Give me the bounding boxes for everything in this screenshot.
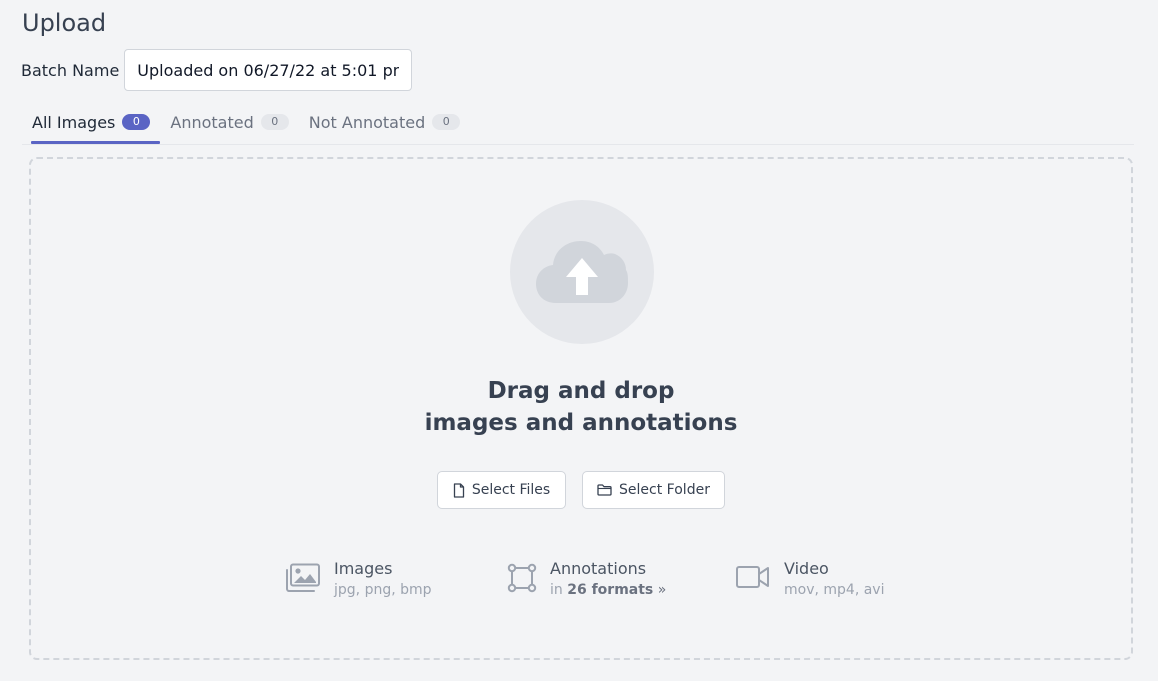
upload-dropzone[interactable]: Drag and drop images and annotations Sel… xyxy=(29,157,1133,660)
images-icon xyxy=(286,563,320,592)
annotation-box-icon xyxy=(507,563,537,593)
chevron-double-right-icon: » xyxy=(657,582,667,598)
tab-not-annotated[interactable]: Not Annotated 0 xyxy=(299,100,470,144)
tab-bar: All Images 0 Annotated 0 Not Annotated 0 xyxy=(22,100,1134,145)
format-video-title: Video xyxy=(784,559,829,578)
batch-name-label: Batch Name xyxy=(21,60,120,80)
tab-all-images[interactable]: All Images 0 xyxy=(22,100,161,144)
count-badge: 0 xyxy=(432,114,461,130)
page-title: Upload xyxy=(22,9,107,37)
tab-annotated[interactable]: Annotated 0 xyxy=(160,100,298,144)
cloud-upload-icon xyxy=(536,241,628,303)
supported-formats: Images jpg, png, bmp Annotations in 26 f… xyxy=(31,559,1131,609)
tab-label: Annotated xyxy=(170,112,254,132)
format-annotations: Annotations in 26 formats » xyxy=(507,559,666,598)
format-annotations-subtitle[interactable]: in 26 formats » xyxy=(550,582,666,598)
select-folder-label: Select Folder xyxy=(619,482,710,498)
count-badge: 0 xyxy=(260,114,289,130)
tab-label: Not Annotated xyxy=(308,112,426,132)
batch-name-row: Batch Name xyxy=(21,49,413,91)
formats-count-link[interactable]: 26 formats xyxy=(567,582,653,598)
drop-text-line1: Drag and drop xyxy=(487,378,675,404)
format-video: Video mov, mp4, avi xyxy=(735,559,884,598)
format-images-title: Images xyxy=(334,559,393,578)
batch-name-input[interactable] xyxy=(124,49,413,91)
format-video-subtitle: mov, mp4, avi xyxy=(784,582,885,598)
subtitle-prefix: in xyxy=(550,582,563,598)
video-camera-icon xyxy=(736,566,769,588)
drop-text-line2: images and annotations xyxy=(424,410,738,436)
select-files-button[interactable]: Select Files xyxy=(437,471,566,509)
file-icon xyxy=(453,482,464,498)
folder-icon xyxy=(597,484,612,496)
select-folder-button[interactable]: Select Folder xyxy=(582,471,725,509)
format-images-subtitle: jpg, png, bmp xyxy=(334,582,432,598)
format-images: Images jpg, png, bmp xyxy=(285,559,432,598)
select-files-label: Select Files xyxy=(471,482,551,498)
drop-instructions: Drag and drop images and annotations xyxy=(31,375,1131,439)
count-badge: 0 xyxy=(122,114,151,130)
format-annotations-title: Annotations xyxy=(550,559,647,578)
cloud-upload-icon-circle xyxy=(510,200,654,344)
tab-label: All Images xyxy=(32,112,116,132)
